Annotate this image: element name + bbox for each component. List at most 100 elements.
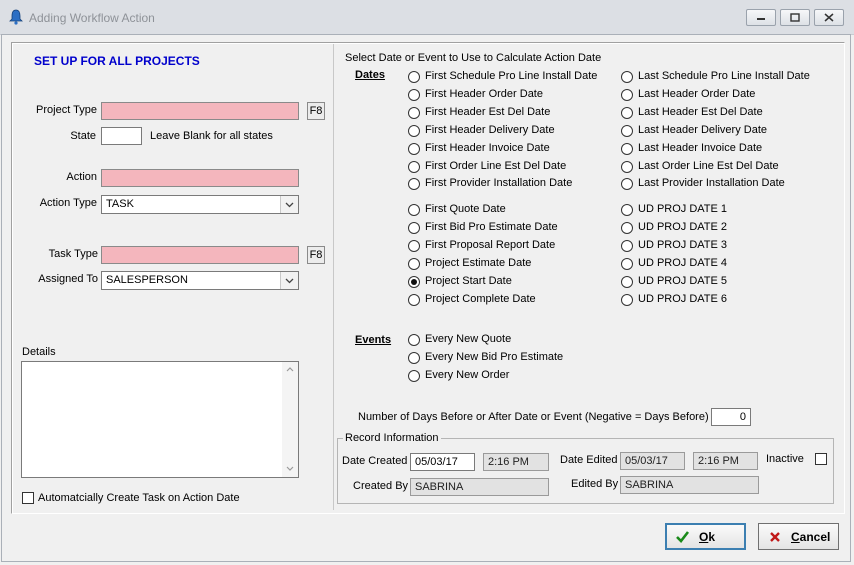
radio-ud-proj-date-4[interactable]	[621, 258, 633, 270]
radio-label-first-bid-pro-estimate-date[interactable]: First Bid Pro Estimate Date	[425, 221, 558, 233]
close-window-button[interactable]	[814, 9, 844, 26]
radio-label-first-header-est-del-date[interactable]: First Header Est Del Date	[425, 106, 550, 118]
radio-label-project-estimate-date[interactable]: Project Estimate Date	[425, 257, 531, 269]
details-textarea[interactable]	[21, 361, 299, 478]
radio-every-new-bid-pro-estimate[interactable]	[408, 352, 420, 364]
radio-first-header-order-date[interactable]	[408, 88, 420, 101]
radio-label-first-quote-date[interactable]: First Quote Date	[425, 203, 506, 215]
days-label: Number of Days Before or After Date or E…	[358, 411, 709, 423]
radio-label-first-header-delivery-date[interactable]: First Header Delivery Date	[425, 124, 555, 136]
radio-ud-proj-date-5[interactable]	[621, 276, 633, 288]
radio-ud-proj-date-6[interactable]	[621, 294, 633, 306]
radio-every-new-quote[interactable]	[408, 334, 420, 346]
action-field[interactable]	[101, 169, 299, 187]
radio-first-bid-pro-estimate-date[interactable]	[408, 222, 420, 234]
radio-label-last-header-delivery-date[interactable]: Last Header Delivery Date	[638, 124, 767, 136]
ok-button[interactable]: Ok	[665, 523, 746, 550]
radio-label-first-header-invoice-date[interactable]: First Header Invoice Date	[425, 142, 550, 154]
scroll-down-icon[interactable]	[286, 466, 294, 471]
edited-by-label: Edited By	[571, 478, 619, 490]
radio-ud-proj-date-2[interactable]	[621, 222, 633, 234]
task-type-label: Task Type	[48, 248, 98, 260]
radio-label-ud-proj-date-6[interactable]: UD PROJ DATE 6	[638, 293, 727, 305]
details-scrollbar[interactable]	[282, 362, 298, 477]
radio-last-schedule-pro-line-install-date[interactable]	[621, 71, 633, 83]
radio-label-project-start-date[interactable]: Project Start Date	[425, 275, 512, 287]
date-created-field[interactable]: 05/03/17	[410, 453, 475, 471]
radio-label-last-header-order-date[interactable]: Last Header Order Date	[638, 88, 755, 100]
assigned-to-label: Assigned To	[38, 273, 98, 285]
created-by-field: SABRINA	[410, 478, 549, 496]
radio-first-header-est-del-date[interactable]	[408, 106, 420, 119]
days-offset-field[interactable]: 0	[711, 408, 751, 426]
radio-ud-proj-date-1[interactable]	[621, 204, 633, 216]
radio-label-first-proposal-report-date[interactable]: First Proposal Report Date	[425, 239, 555, 251]
task-type-lookup-button[interactable]: F8	[307, 246, 325, 264]
record-information-title: Record Information	[343, 432, 441, 444]
assigned-to-value: SALESPERSON	[106, 274, 188, 286]
chevron-down-icon[interactable]	[280, 196, 298, 213]
radio-label-every-new-bid-pro-estimate[interactable]: Every New Bid Pro Estimate	[425, 351, 563, 363]
radio-label-last-provider-installation-date[interactable]: Last Provider Installation Date	[638, 177, 785, 189]
radio-label-last-order-line-est-del-date[interactable]: Last Order Line Est Del Date	[638, 160, 779, 172]
edited-by-field: SABRINA	[620, 476, 759, 494]
radio-last-header-delivery-date[interactable]	[621, 124, 633, 137]
project-type-field[interactable]	[101, 102, 299, 120]
radio-first-header-invoice-date[interactable]	[408, 142, 420, 155]
checkmark-icon	[676, 531, 690, 543]
radio-label-first-schedule-pro-line-install-date[interactable]: First Schedule Pro Line Install Date	[425, 70, 597, 82]
radio-label-every-new-order[interactable]: Every New Order	[425, 369, 509, 381]
scroll-up-icon[interactable]	[286, 367, 294, 372]
radio-project-complete-date[interactable]	[408, 294, 420, 306]
radio-label-ud-proj-date-1[interactable]: UD PROJ DATE 1	[638, 203, 727, 215]
radio-project-estimate-date[interactable]	[408, 258, 420, 270]
minimize-button[interactable]	[746, 9, 776, 26]
cancel-button[interactable]: Cancel	[758, 523, 839, 550]
radio-label-ud-proj-date-5[interactable]: UD PROJ DATE 5	[638, 275, 727, 287]
assigned-to-select[interactable]: SALESPERSON	[101, 271, 299, 290]
created-by-label: Created By	[353, 480, 409, 492]
radio-last-order-line-est-del-date[interactable]	[621, 160, 633, 173]
bell-icon	[9, 9, 23, 25]
radio-label-first-provider-installation-date[interactable]: First Provider Installation Date	[425, 177, 572, 189]
project-type-lookup-button[interactable]: F8	[307, 102, 325, 120]
radio-label-ud-proj-date-2[interactable]: UD PROJ DATE 2	[638, 221, 727, 233]
task-type-field[interactable]	[101, 246, 299, 264]
radio-label-ud-proj-date-3[interactable]: UD PROJ DATE 3	[638, 239, 727, 251]
radio-project-start-date[interactable]	[408, 276, 420, 288]
radio-first-quote-date[interactable]	[408, 204, 420, 216]
auto-create-checkbox[interactable]	[22, 492, 34, 504]
radio-label-ud-proj-date-4[interactable]: UD PROJ DATE 4	[638, 257, 727, 269]
radio-last-header-est-del-date[interactable]	[621, 106, 633, 119]
radio-label-last-schedule-pro-line-install-date[interactable]: Last Schedule Pro Line Install Date	[638, 70, 810, 82]
state-field[interactable]	[101, 127, 142, 145]
ok-button-label: Ok	[699, 530, 716, 544]
action-type-label: Action Type	[39, 197, 97, 209]
auto-create-label: Automatcially Create Task on Action Date	[38, 492, 240, 504]
radio-first-header-delivery-date[interactable]	[408, 124, 420, 137]
inactive-label: Inactive	[766, 453, 804, 465]
radio-first-proposal-report-date[interactable]	[408, 240, 420, 252]
events-section-label: Events	[355, 334, 392, 346]
chevron-down-icon[interactable]	[280, 272, 298, 289]
radio-label-first-order-line-est-del-date[interactable]: First Order Line Est Del Date	[425, 160, 566, 172]
radio-ud-proj-date-3[interactable]	[621, 240, 633, 252]
radio-last-header-invoice-date[interactable]	[621, 142, 633, 155]
radio-first-order-line-est-del-date[interactable]	[408, 160, 420, 173]
action-type-value: TASK	[106, 198, 134, 210]
project-type-label: Project Type	[36, 104, 97, 116]
close-icon	[824, 13, 834, 22]
radio-every-new-order[interactable]	[408, 370, 420, 382]
dates-section-label: Dates	[355, 69, 385, 81]
inactive-checkbox[interactable]	[815, 453, 827, 465]
radio-label-first-header-order-date[interactable]: First Header Order Date	[425, 88, 543, 100]
radio-label-last-header-est-del-date[interactable]: Last Header Est Del Date	[638, 106, 763, 118]
radio-first-schedule-pro-line-install-date[interactable]	[408, 71, 420, 83]
maximize-button[interactable]	[780, 9, 810, 26]
radio-last-header-order-date[interactable]	[621, 88, 633, 101]
action-type-select[interactable]: TASK	[101, 195, 299, 214]
radio-label-every-new-quote[interactable]: Every New Quote	[425, 333, 511, 345]
radio-label-project-complete-date[interactable]: Project Complete Date	[425, 293, 536, 305]
minimize-icon	[757, 18, 765, 20]
radio-label-last-header-invoice-date[interactable]: Last Header Invoice Date	[638, 142, 762, 154]
